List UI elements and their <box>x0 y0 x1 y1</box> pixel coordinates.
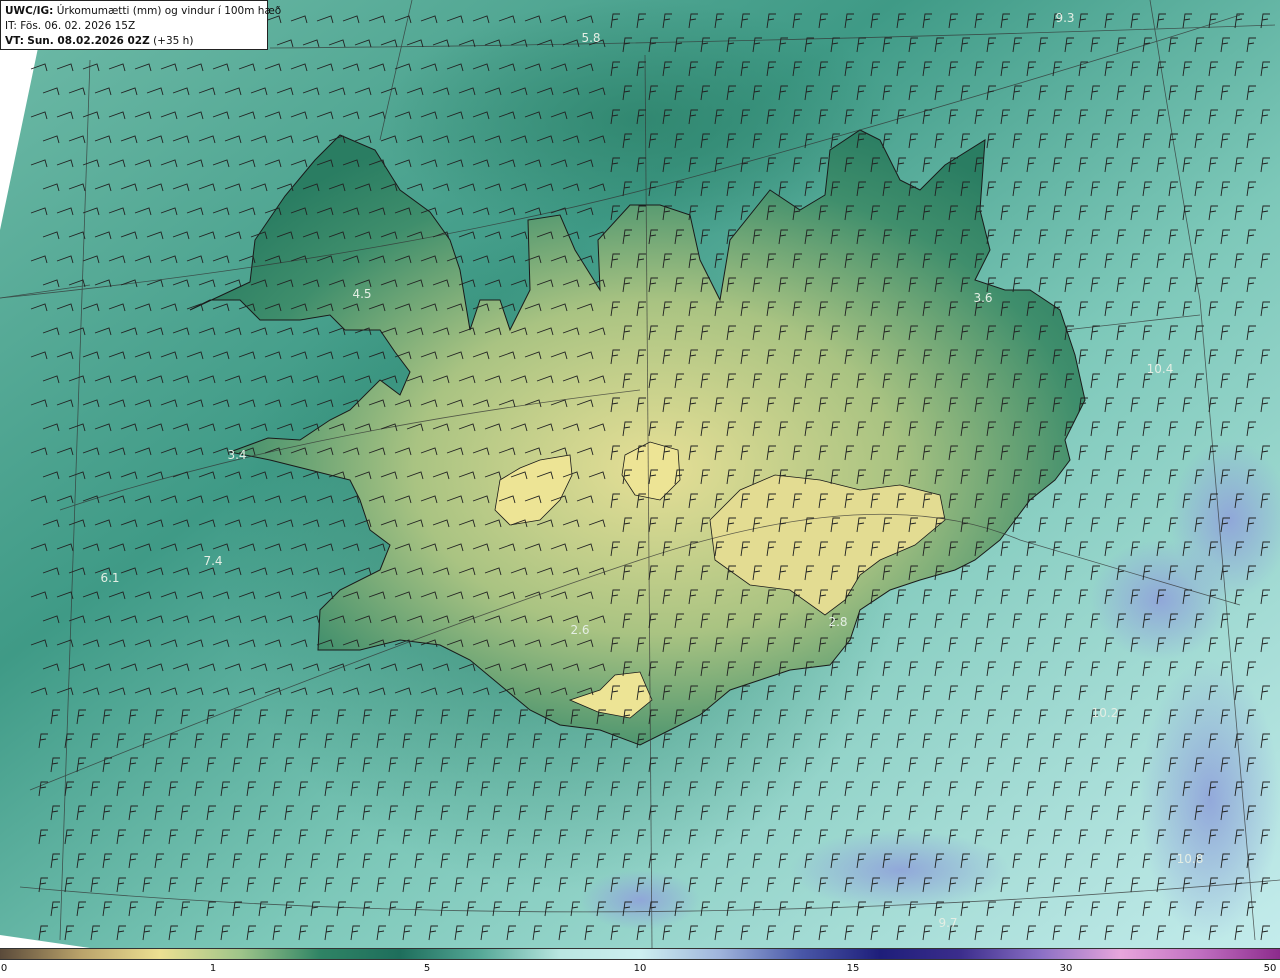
title-line: UWC/IG: Úrkomumætti (mm) og vindur í 100… <box>5 4 281 19</box>
colorbar-tick-5: 5 <box>423 963 431 974</box>
lead-time: (+35 h) <box>153 35 194 47</box>
colorbar-tick-0: 0 <box>0 963 8 974</box>
model-label: UWC/IG: <box>5 5 54 17</box>
precip-value-label: 7.4 <box>203 554 222 568</box>
precip-value-label: 6.1 <box>100 571 119 585</box>
precip-value-label: 3.4 <box>227 448 246 462</box>
colorbar-strip <box>0 948 1280 960</box>
forecast-map: 5.8 9.3 4.5 3.6 3.4 6.1 7.4 2.6 2.8 10.4 10.2 10.8 9… <box>0 0 1280 948</box>
init-time-line: IT: Fös. 06. 02. 2026 15Z <box>5 20 136 32</box>
colorbar-tick-30: 30 <box>1059 963 1073 974</box>
precip-value-label: 10.8 <box>1177 852 1204 866</box>
precip-value-label: 3.6 <box>973 291 992 305</box>
precip-value-label: 9.3 <box>1055 11 1074 25</box>
precip-value-label: 2.8 <box>828 615 847 629</box>
precip-colorbar: 0 1 5 10 15 30 50 <box>0 948 1280 978</box>
precip-value-label: 9.7 <box>938 916 957 930</box>
map-info-box: UWC/IG: Úrkomumætti (mm) og vindur í 100… <box>0 0 281 50</box>
precip-value-label: 2.6 <box>570 623 589 637</box>
precip-value-label: 10.4 <box>1147 362 1174 376</box>
valid-time-line: VT: Sun. 08.02.2026 02Z (+35 h) <box>5 34 263 49</box>
valid-prefix: VT: <box>5 35 24 47</box>
colorbar-tick-50: 50 <box>1263 963 1277 974</box>
product-label: Úrkomumætti (mm) og vindur í 100m hæð <box>56 5 282 17</box>
colorbar-tick-1: 1 <box>209 963 217 974</box>
colorbar-tick-10: 10 <box>633 963 647 974</box>
colorbar-tick-15: 15 <box>846 963 860 974</box>
precip-value-label: 4.5 <box>352 287 371 301</box>
precip-value-label: 5.8 <box>581 31 600 45</box>
precip-value-label: 10.2 <box>1092 706 1119 720</box>
valid-time: Sun. 08.02.2026 02Z <box>27 35 150 47</box>
